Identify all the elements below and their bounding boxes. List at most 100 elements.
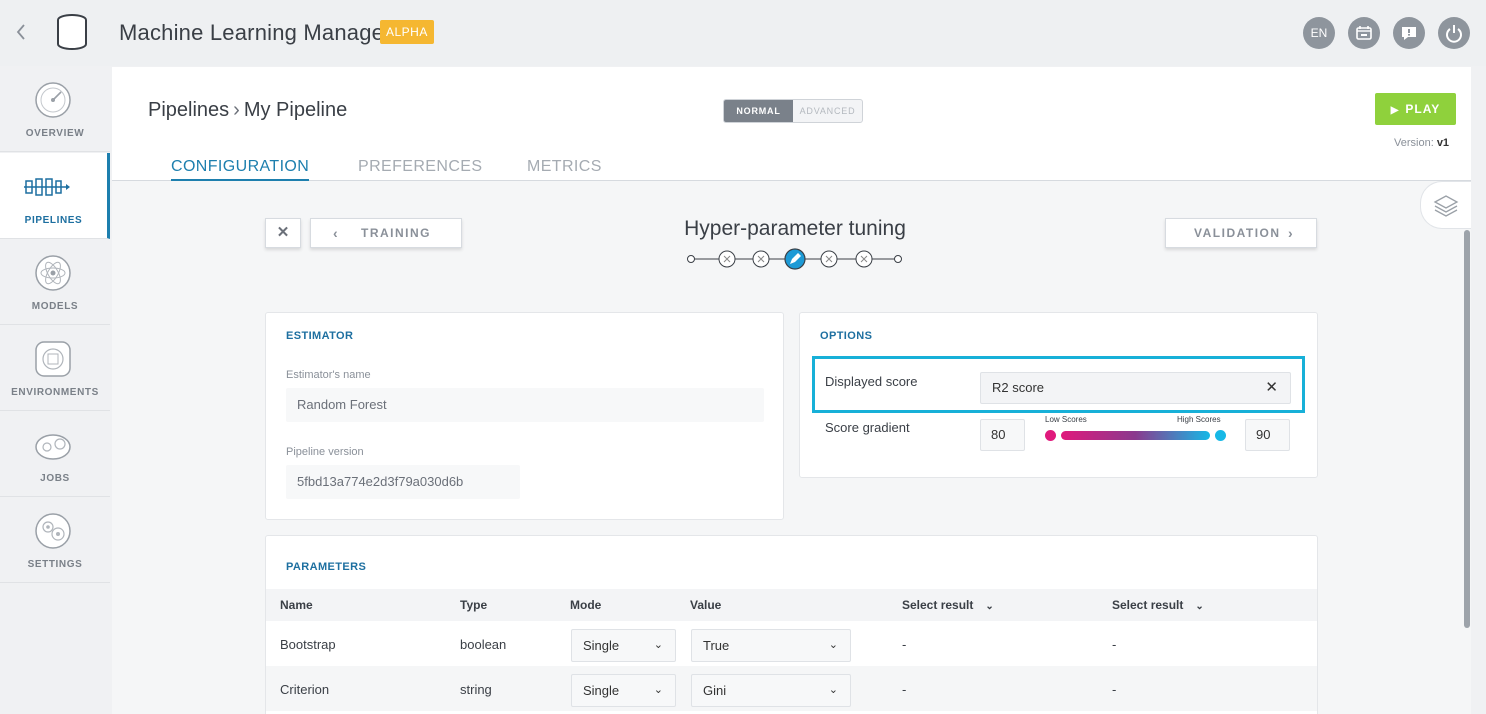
calendar-button[interactable]: [1348, 17, 1380, 49]
step-progress: [687, 248, 902, 270]
column-type: Type: [460, 598, 488, 612]
step-done-2: [752, 250, 770, 268]
power-icon: [1446, 25, 1462, 43]
main-header: Pipelines › My Pipeline NORMAL ADVANCED ▶ P…: [112, 67, 1471, 181]
chevron-down-icon: ⌄: [653, 639, 663, 651]
displayed-score-label: Displayed score: [825, 374, 918, 389]
gradient-max-input[interactable]: 90: [1245, 419, 1290, 451]
pipeline-icon: [24, 178, 70, 196]
sidebar-item-label: PIPELINES: [24, 215, 83, 226]
sidebar-item-label: SETTINGS: [27, 559, 83, 570]
table-row: Criterion string Single ⌄ Gini ⌄ - -: [266, 666, 1317, 711]
result-1: -: [902, 682, 907, 697]
options-card: OPTIONS Displayed score R2 score ✕ Score…: [799, 312, 1318, 478]
sidebar-item-jobs[interactable]: JOBS: [0, 411, 110, 497]
mode-select-value: Single: [583, 683, 620, 698]
chevron-down-icon: ⌄: [828, 639, 838, 651]
feedback-button[interactable]: [1393, 17, 1425, 49]
displayed-score-value: R2 score: [992, 380, 1045, 395]
play-icon: ▶: [1390, 105, 1400, 116]
options-title: OPTIONS: [820, 330, 873, 342]
breadcrumb-root[interactable]: Pipelines: [148, 99, 229, 121]
column-select-result-2[interactable]: Select result ⌄: [1112, 598, 1204, 612]
breadcrumb: Pipelines › My Pipeline: [148, 99, 347, 122]
play-label: PLAY: [1405, 102, 1441, 116]
sidebar-item-models[interactable]: MODELS: [0, 239, 110, 325]
column-mode: Mode: [570, 598, 602, 612]
clear-icon[interactable]: ✕: [1265, 373, 1278, 403]
mode-select[interactable]: Single ⌄: [571, 629, 676, 662]
close-button[interactable]: ✕: [265, 218, 301, 248]
estimator-name-field: Random Forest: [286, 388, 764, 422]
result-2: -: [1112, 637, 1117, 652]
result-1: -: [902, 637, 907, 652]
select-result-label: Select result: [902, 598, 974, 612]
mode-select[interactable]: Single ⌄: [571, 674, 676, 707]
language-button[interactable]: EN: [1303, 17, 1335, 49]
value-select[interactable]: Gini ⌄: [691, 674, 851, 707]
database-icon: [56, 14, 88, 50]
calendar-icon: [1356, 26, 1372, 40]
param-name: Bootstrap: [280, 637, 336, 652]
gradient-high-dot: [1215, 430, 1226, 441]
value-select-value: Gini: [703, 683, 727, 698]
main-panel: Pipelines › My Pipeline NORMAL ADVANCED ▶ P…: [112, 67, 1471, 714]
gradient-min-input[interactable]: 80: [980, 419, 1025, 451]
top-bar: Machine Learning Manager ALPHA EN: [0, 0, 1486, 66]
next-step-label: VALIDATION: [1194, 226, 1281, 240]
alpha-badge: ALPHA: [380, 20, 434, 44]
power-button[interactable]: [1438, 17, 1470, 49]
sidebar-item-pipelines[interactable]: PIPELINES: [0, 153, 110, 239]
step-done-1: [718, 250, 736, 268]
param-type: string: [460, 682, 492, 697]
column-select-result-1[interactable]: Select result ⌄: [902, 598, 994, 612]
chevron-left-icon: ‹: [333, 225, 340, 241]
gradient-bar: [1061, 431, 1210, 440]
gradient-low-dot: [1045, 430, 1056, 441]
atom-icon: [35, 255, 71, 291]
param-name: Criterion: [280, 682, 330, 697]
breadcrumb-separator-icon: ›: [233, 99, 240, 121]
chevron-down-icon: ⌄: [1195, 601, 1204, 612]
step-endpoint-start: [687, 255, 695, 263]
sidebar-item-label: OVERVIEW: [25, 128, 85, 139]
estimator-card: ESTIMATOR Estimator's name Random Forest…: [265, 312, 784, 520]
close-icon: ✕: [276, 224, 290, 241]
play-button[interactable]: ▶ PLAY: [1375, 93, 1456, 125]
tab-preferences[interactable]: PREFERENCES: [358, 158, 482, 176]
scrollbar[interactable]: [1464, 230, 1470, 628]
environment-icon: [35, 341, 71, 377]
chevron-down-icon: ⌄: [653, 684, 663, 696]
layers-button[interactable]: [1420, 181, 1471, 229]
mode-normal-option[interactable]: NORMAL: [724, 100, 793, 122]
breadcrumb-current: My Pipeline: [243, 99, 348, 121]
speech-bubble-icon: [1402, 27, 1416, 40]
param-type: boolean: [460, 637, 507, 652]
sidebar-item-label: JOBS: [40, 473, 70, 484]
sidebar: OVERVIEW PIPELINES MODELS ENVIRONMENTS J…: [0, 66, 110, 584]
chevron-down-icon: ⌄: [828, 684, 838, 696]
estimator-title: ESTIMATOR: [286, 330, 354, 342]
prev-step-button[interactable]: ‹ TRAINING: [310, 218, 462, 248]
back-chevron-icon[interactable]: [14, 22, 32, 42]
version-info: Version: v1: [1394, 137, 1449, 149]
gauge-icon: [35, 82, 71, 118]
sidebar-item-overview[interactable]: OVERVIEW: [0, 66, 110, 152]
chevron-down-icon: ⌄: [985, 601, 994, 612]
next-step-button[interactable]: VALIDATION ›: [1165, 218, 1317, 248]
value-select[interactable]: True ⌄: [691, 629, 851, 662]
step-todo-5: [855, 250, 873, 268]
sidebar-item-environments[interactable]: ENVIRONMENTS: [0, 325, 110, 411]
sidebar-item-settings[interactable]: SETTINGS: [0, 497, 110, 583]
tab-metrics[interactable]: METRICS: [527, 158, 602, 176]
score-gradient-label: Score gradient: [825, 420, 910, 435]
step-current: [784, 248, 806, 270]
displayed-score-select[interactable]: R2 score ✕: [980, 372, 1291, 404]
gears-icon: [35, 513, 71, 549]
mode-toggle[interactable]: NORMAL ADVANCED: [723, 99, 863, 123]
result-2: -: [1112, 682, 1117, 697]
mode-advanced-option[interactable]: ADVANCED: [793, 100, 862, 122]
estimator-name-label: Estimator's name: [286, 369, 371, 381]
pipeline-version-label: Pipeline version: [286, 446, 364, 458]
tab-configuration[interactable]: CONFIGURATION: [171, 158, 310, 181]
